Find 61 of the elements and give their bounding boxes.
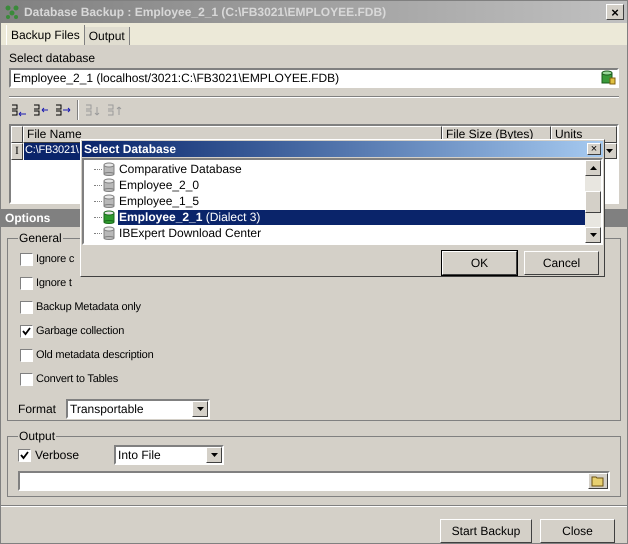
list-item[interactable]: Comparative Database xyxy=(118,162,585,176)
caret-icon xyxy=(196,407,204,411)
checkbox-label[interactable]: Verbose xyxy=(35,446,80,464)
table-cell[interactable]: C:\FB3021\ xyxy=(24,143,80,160)
close-button[interactable]: × xyxy=(587,143,601,155)
checkbox[interactable] xyxy=(18,448,31,462)
checkbox[interactable] xyxy=(20,372,33,386)
output-file-field[interactable] xyxy=(18,471,610,491)
list-arrow-icon[interactable] xyxy=(33,102,49,118)
database-icon xyxy=(102,210,116,224)
window-title: Database Backup : Employee_2_1 (C:\FB3021\EMPLOYEE.FDB) xyxy=(24,4,386,21)
format-dropdown[interactable]: Transportable xyxy=(66,399,210,419)
checkbox[interactable] xyxy=(20,348,33,362)
list-item[interactable]: Employee_1_5 xyxy=(118,194,585,208)
output-dropdown[interactable]: Into File xyxy=(114,445,224,465)
dropdown-button[interactable] xyxy=(206,447,222,463)
dropdown-button[interactable] xyxy=(192,401,208,417)
database-field[interactable]: Employee_2_1 (localhost/3021:C:\FB3021\EMPLOYEE.FDB) xyxy=(9,68,619,88)
caret-icon xyxy=(210,453,218,457)
folder-icon xyxy=(591,475,605,487)
checkbox-label[interactable]: Garbage collection xyxy=(36,322,124,340)
tab[interactable]: Output xyxy=(84,27,130,45)
checkbox-label[interactable]: Old metadata description xyxy=(36,346,154,364)
dialog-button[interactable]: Close xyxy=(540,519,615,543)
checkbox-label[interactable]: Convert to Tables xyxy=(36,370,118,388)
scroll-down-icon xyxy=(590,233,596,237)
dialog-title: Select Database xyxy=(84,141,178,158)
dropdown-value: Into File xyxy=(118,447,162,464)
app-icon xyxy=(4,4,20,20)
checkbox-label[interactable]: Ignore t xyxy=(36,274,72,292)
checkmark-icon xyxy=(20,450,29,460)
list-arrow-icon[interactable] xyxy=(55,102,71,118)
scroll-thumb[interactable] xyxy=(585,190,601,212)
dropdown-value: Transportable xyxy=(70,401,145,418)
group-title: General xyxy=(18,230,63,247)
field-label: Select database xyxy=(9,50,96,66)
checkbox[interactable] xyxy=(20,324,33,338)
list-item[interactable]: IBExpert Download Center xyxy=(118,226,585,240)
checkbox-label[interactable]: Backup Metadata only xyxy=(36,298,141,316)
close-button[interactable]: × xyxy=(606,4,624,20)
list-item[interactable]: Employee_2_1 (Dialect 3) xyxy=(118,210,585,224)
list-item[interactable]: Employee_2_0 xyxy=(118,178,585,192)
group-title: Output xyxy=(18,428,56,445)
caret-icon xyxy=(606,149,612,153)
scroll-up-icon xyxy=(590,166,596,170)
database-icon[interactable] xyxy=(600,70,616,86)
tab[interactable]: Backup Files xyxy=(6,25,85,45)
checkmark-icon xyxy=(22,326,31,336)
row-indicator: I xyxy=(11,143,23,160)
field-value: Employee_2_1 (localhost/3021:C:\FB3021\EMPLOYEE.FDB) xyxy=(13,70,340,87)
field-label: Format xyxy=(18,401,58,418)
checkbox[interactable] xyxy=(20,300,33,314)
browse-button[interactable] xyxy=(588,473,608,489)
checkbox[interactable] xyxy=(20,252,33,266)
dialog-button[interactable]: OK xyxy=(442,251,517,275)
scrollbar[interactable] xyxy=(585,160,601,243)
dialog-button[interactable]: Start Backup xyxy=(440,519,532,543)
checkbox[interactable] xyxy=(20,276,33,290)
dialog-button[interactable]: Cancel xyxy=(524,251,599,275)
checkbox-label[interactable]: Ignore c xyxy=(36,250,74,268)
list-arrow-icon[interactable] xyxy=(11,102,27,118)
